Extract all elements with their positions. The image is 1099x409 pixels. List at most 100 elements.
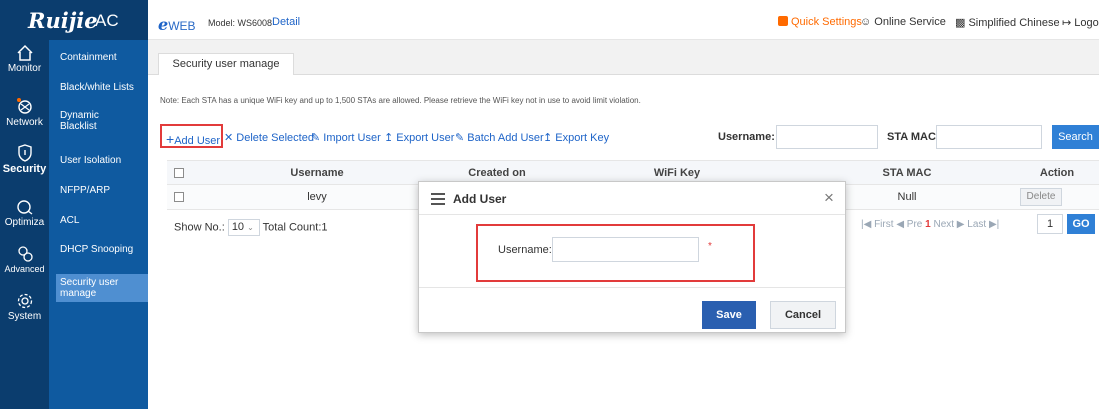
quick-settings-label: Quick Settings bbox=[791, 16, 862, 28]
import-icon: ✎ bbox=[311, 132, 321, 144]
online-service-label: Online Service bbox=[874, 16, 946, 28]
sta-mac-search-input[interactable] bbox=[936, 125, 1042, 149]
delete-selected-button[interactable]: ✕ Delete Selected bbox=[224, 131, 314, 144]
chevron-down-icon: ⌄ bbox=[247, 223, 254, 232]
rail-item-network[interactable]: Network bbox=[0, 98, 49, 128]
pager-left: Show No.: 10 ⌄ Total Count:1 bbox=[174, 219, 328, 236]
nav-item-user-isolation[interactable]: User Isolation bbox=[60, 155, 146, 166]
rail-item-advanced[interactable]: Advanced bbox=[0, 245, 49, 274]
next-page-label: Next bbox=[933, 219, 955, 230]
add-user-dialog: Add User × Username: * Save Cancel bbox=[418, 181, 846, 333]
rail-item-monitor[interactable]: Monitor bbox=[0, 44, 49, 74]
home-icon bbox=[16, 44, 33, 61]
row-delete-button[interactable]: Delete bbox=[1020, 188, 1062, 206]
nav-item-nfpp-arp[interactable]: NFPP/ARP bbox=[60, 185, 146, 196]
pager-nav: |◀ First ◀ Pre 1 Next ▶ Last ▶| bbox=[861, 219, 999, 230]
nav-item-security-user-manage[interactable]: Security user manage bbox=[56, 274, 148, 302]
delete-selected-label: Delete Selected bbox=[236, 132, 314, 144]
rail-item-system[interactable]: System bbox=[0, 292, 49, 322]
batch-add-icon: ✎ bbox=[455, 132, 465, 144]
language-label: Simplified Chinese bbox=[968, 17, 1060, 29]
advanced-icon bbox=[17, 246, 33, 262]
show-no-label: Show No.: bbox=[174, 221, 225, 234]
row-checkbox[interactable] bbox=[174, 192, 184, 202]
rail-label: Security bbox=[2, 163, 47, 175]
logo: Ruijie AC bbox=[0, 0, 148, 40]
note-text: Note: Each STA has a unique WiFi key and… bbox=[160, 96, 641, 105]
quick-settings-link[interactable]: Quick Settings bbox=[778, 16, 862, 28]
cell-username: levy bbox=[307, 191, 327, 203]
headset-icon: ☺ bbox=[860, 16, 872, 28]
first-page-label: First bbox=[874, 219, 894, 230]
nav-item-acl[interactable]: ACL bbox=[60, 215, 146, 226]
search-button[interactable]: Search bbox=[1052, 125, 1099, 149]
tab-bar: Security user manage bbox=[148, 40, 1099, 75]
export-key-label: Export Key bbox=[555, 132, 610, 144]
sta-mac-search-label: STA MAC: bbox=[887, 131, 940, 143]
batch-add-user-label: Batch Add User bbox=[467, 132, 544, 144]
export-key-icon: ↥ bbox=[543, 132, 553, 144]
dialog-username-input[interactable] bbox=[552, 237, 699, 262]
prev-page-label: Pre bbox=[906, 219, 923, 230]
save-button[interactable]: Save bbox=[702, 301, 756, 329]
username-search-input[interactable] bbox=[776, 125, 878, 149]
detail-link[interactable]: Detail bbox=[272, 16, 300, 28]
eweb-logo-text: WEB bbox=[168, 19, 196, 33]
first-page-link[interactable]: |◀ First bbox=[861, 219, 894, 230]
shield-icon bbox=[17, 144, 32, 162]
page-number-input[interactable]: 1 bbox=[1037, 214, 1063, 234]
batch-add-user-button[interactable]: ✎ Batch Add User bbox=[455, 131, 544, 144]
icon-rail: Monitor Network Security Optimiza Advanc… bbox=[0, 0, 49, 409]
page-size-select[interactable]: 10 ⌄ bbox=[227, 219, 260, 236]
brand-product: AC bbox=[95, 11, 119, 30]
optimize-icon bbox=[16, 200, 32, 215]
rail-label: Advanced bbox=[4, 264, 45, 274]
online-service-link[interactable]: ☺ Online Service bbox=[860, 16, 946, 28]
dialog-footer: Save Cancel bbox=[419, 287, 845, 332]
plus-icon: + bbox=[166, 131, 175, 147]
export-user-button[interactable]: ↥ Export User bbox=[384, 131, 454, 144]
export-key-button[interactable]: ↥ Export Key bbox=[543, 131, 609, 144]
close-icon[interactable]: × bbox=[824, 188, 834, 208]
logout-link[interactable]: ↦ Logo bbox=[1062, 16, 1099, 29]
network-icon bbox=[16, 98, 32, 114]
dialog-header: Add User × bbox=[419, 182, 845, 215]
eweb-logo: eWEB bbox=[158, 15, 196, 34]
logout-icon: ↦ bbox=[1062, 17, 1072, 29]
quick-settings-icon bbox=[778, 16, 788, 26]
dialog-title: Add User bbox=[453, 192, 507, 206]
add-user-label: Add User bbox=[174, 135, 221, 147]
cancel-button[interactable]: Cancel bbox=[770, 301, 836, 329]
tab-security-user-manage[interactable]: Security user manage bbox=[158, 53, 294, 75]
brand-name: Ruijie bbox=[28, 8, 98, 33]
dialog-username-label: Username: bbox=[498, 244, 552, 256]
nav-item-dynamic-blacklist[interactable]: Dynamic Blacklist bbox=[60, 110, 120, 132]
username-search-label: Username: bbox=[718, 131, 775, 143]
import-user-button[interactable]: ✎ Import User bbox=[311, 131, 381, 144]
go-button[interactable]: GO bbox=[1067, 214, 1095, 234]
menu-icon bbox=[431, 193, 445, 205]
top-header: eWEB Model: WS6008 Detail Quick Settings… bbox=[148, 0, 1099, 40]
rail-item-security[interactable]: Security bbox=[0, 144, 49, 175]
logout-label: Logo bbox=[1074, 17, 1099, 29]
total-count: Total Count:1 bbox=[262, 221, 328, 234]
export-user-label: Export User bbox=[396, 132, 455, 144]
close-icon: ✕ bbox=[224, 132, 234, 144]
prev-page-link[interactable]: ◀ Pre bbox=[896, 219, 922, 230]
select-all-checkbox[interactable] bbox=[174, 168, 184, 178]
next-page-link[interactable]: Next ▶ bbox=[933, 219, 964, 230]
rail-label: Network bbox=[6, 117, 43, 128]
rail-item-optimize[interactable]: Optimiza bbox=[0, 198, 49, 228]
nav-item-containment[interactable]: Containment bbox=[60, 52, 146, 63]
add-user-button[interactable]: +Add User bbox=[166, 131, 220, 147]
nav-item-dhcp-snooping[interactable]: DHCP Snooping bbox=[60, 244, 146, 255]
page-size-value: 10 bbox=[231, 221, 245, 233]
last-page-label: Last bbox=[967, 219, 987, 230]
col-action: Action bbox=[1039, 167, 1075, 179]
last-page-link[interactable]: Last ▶| bbox=[967, 219, 999, 230]
sub-nav: Containment Black/white Lists Dynamic Bl… bbox=[49, 0, 148, 409]
language-link[interactable]: ▩ Simplified Chinese bbox=[955, 16, 1060, 29]
nav-item-black-white-lists[interactable]: Black/white Lists bbox=[60, 82, 146, 93]
current-page: 1 bbox=[925, 219, 931, 230]
col-username[interactable]: Username bbox=[207, 161, 427, 186]
